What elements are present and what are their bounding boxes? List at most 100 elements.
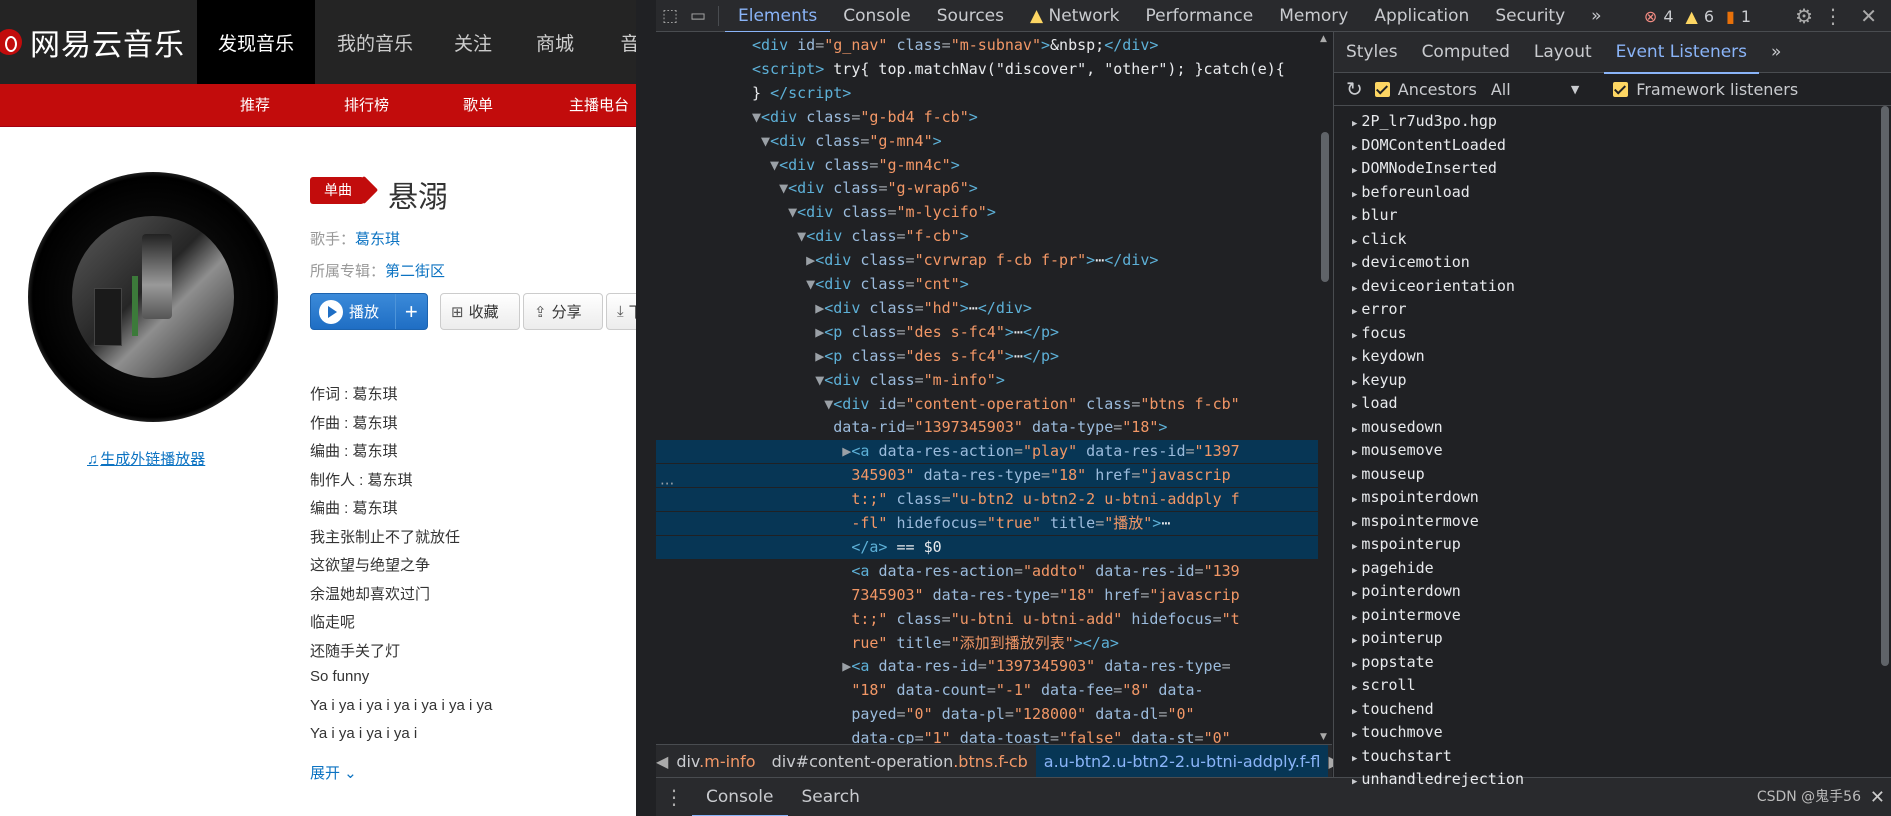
- dom-node-selected[interactable]: </a> == $0: [656, 535, 1318, 559]
- event-listener-item[interactable]: ▶ mspointermove: [1352, 510, 1479, 536]
- breadcrumb-item[interactable]: div.m-info: [668, 745, 763, 778]
- dom-node-line[interactable]: ▶<div class="cvrwrap f-cb f-pr">⋯</div>: [656, 249, 1318, 272]
- event-listener-item[interactable]: ▶ mousemove: [1352, 439, 1443, 465]
- dom-node-line[interactable]: ▶<a data-res-id="1397345903" data-res-ty…: [656, 655, 1318, 678]
- tab-network[interactable]: ▲ Network: [1017, 0, 1132, 32]
- event-listener-item[interactable]: ▶ mousedown: [1352, 416, 1443, 442]
- event-listener-item[interactable]: ▶ pointerdown: [1352, 580, 1461, 606]
- more-options-icon[interactable]: ⋮: [1823, 0, 1843, 32]
- issue-counters[interactable]: ⊗ 4 ▲ 6 ▮ 1: [1638, 0, 1751, 32]
- tab-computed[interactable]: Computed: [1410, 32, 1522, 73]
- subnav-charts[interactable]: 排行榜: [344, 84, 389, 127]
- breadcrumb-item-active[interactable]: a.u-btn2.u-btn2-2.u-btni-addply.f-fl: [1035, 744, 1329, 778]
- ancestors-checkbox[interactable]: [1374, 81, 1390, 97]
- event-listener-item[interactable]: ▶ touchmove: [1352, 721, 1443, 747]
- event-listener-item[interactable]: ▶ devicemotion: [1352, 251, 1470, 277]
- event-listener-item[interactable]: ▶ keyup: [1352, 369, 1407, 395]
- side-scrollbar[interactable]: [1878, 106, 1891, 777]
- tab-memory[interactable]: Memory: [1266, 0, 1361, 32]
- subnav-playlists[interactable]: 歌单: [463, 84, 493, 127]
- dom-node-line[interactable]: "18" data-count="-1" data-fee="8" data-: [656, 679, 1318, 702]
- event-listener-item[interactable]: ▶ error: [1352, 298, 1407, 324]
- dom-node-line[interactable]: data-rid="1397345903" data-type="18">: [656, 416, 1318, 439]
- dom-node-line[interactable]: ▼<div class="m-info">: [656, 369, 1318, 392]
- tab-layout[interactable]: Layout: [1522, 32, 1604, 73]
- dom-node-line[interactable]: <div id="g_nav" class="m-subnav">&nbsp;<…: [656, 34, 1318, 57]
- side-scroll-thumb[interactable]: [1881, 106, 1889, 666]
- dom-node-line[interactable]: <script> try{ top.matchNav("discover", "…: [656, 58, 1318, 81]
- topnav-mall[interactable]: 商城: [520, 0, 590, 84]
- tab-event-listeners[interactable]: Event Listeners: [1603, 32, 1760, 74]
- elements-scrollbar[interactable]: ▲ ▼: [1318, 32, 1332, 744]
- dom-node-line[interactable]: ▼<div id="content-operation" class="btns…: [656, 393, 1318, 416]
- collect-button[interactable]: ⊞ 收藏: [440, 293, 520, 330]
- dom-node-line[interactable]: ▼<div class="g-mn4">: [656, 130, 1318, 153]
- site-logo[interactable]: 网易云音乐: [0, 0, 185, 84]
- inspect-element-icon[interactable]: ⬚: [656, 0, 684, 32]
- dom-node-line[interactable]: ▼<div class="g-mn4c">: [656, 154, 1318, 177]
- dom-node-line[interactable]: payed="0" data-pl="128000" data-dl="0": [656, 703, 1318, 726]
- more-tabs-button[interactable]: »: [1578, 0, 1614, 32]
- add-to-playlist-button[interactable]: +: [396, 299, 427, 325]
- tab-security[interactable]: Security: [1482, 0, 1578, 32]
- topnav-my-music[interactable]: 我的音乐: [325, 0, 425, 84]
- ext-player-link[interactable]: ♫ 生成外链播放器: [87, 448, 205, 469]
- album-link[interactable]: 第二街区: [385, 263, 445, 280]
- download-button[interactable]: ⤓下: [606, 293, 636, 330]
- device-toolbar-icon[interactable]: ▭: [684, 0, 712, 32]
- event-listener-item[interactable]: ▶ 2P_lr7ud3po.hgp: [1352, 110, 1497, 136]
- drawer-menu-icon[interactable]: ⋮: [656, 785, 692, 809]
- event-listener-item[interactable]: ▶ DOMNodeInserted: [1352, 157, 1497, 183]
- share-button[interactable]: ⇪ 分享: [523, 293, 603, 330]
- topnav-follow[interactable]: 关注: [438, 0, 508, 84]
- dom-node-line[interactable]: ▼<div class="g-wrap6">: [656, 177, 1318, 200]
- dom-node-line[interactable]: ▶<div class="hd">⋯</div>: [656, 297, 1318, 320]
- dom-node-line[interactable]: <a data-res-action="addto" data-res-id="…: [656, 560, 1318, 583]
- dom-node-selected[interactable]: 345903" data-res-type="18" href="javascr…: [656, 464, 1318, 488]
- event-listener-item[interactable]: ▶ touchend: [1352, 698, 1434, 724]
- topnav-discover[interactable]: 发现音乐: [197, 0, 315, 84]
- event-listener-item[interactable]: ▶ touchstart: [1352, 745, 1452, 771]
- expand-lyrics-link[interactable]: 展开 ⌄: [310, 762, 357, 783]
- event-listener-item[interactable]: ▶ unhandledrejection: [1352, 768, 1524, 794]
- event-listener-item[interactable]: ▶ DOMContentLoaded: [1352, 134, 1506, 160]
- dom-node-selected[interactable]: t:;" class="u-btn2 u-btn2-2 u-btni-addpl…: [656, 488, 1318, 512]
- node-ellipsis-icon[interactable]: ···: [660, 475, 674, 493]
- scroll-down-icon[interactable]: ▼: [1320, 732, 1327, 742]
- subnav-recommend[interactable]: 推荐: [240, 84, 270, 127]
- play-button[interactable]: 播放: [311, 294, 396, 329]
- dom-node-selected[interactable]: -fl" hidefocus="true" title="播放">⋯: [656, 512, 1318, 535]
- tab-elements[interactable]: Elements: [725, 0, 831, 33]
- dom-node-line[interactable]: ▼<div class="f-cb">: [656, 225, 1318, 248]
- elements-scroll-thumb[interactable]: [1321, 132, 1329, 282]
- dom-node-line[interactable]: } </script>: [656, 82, 1318, 105]
- tab-console[interactable]: Console: [830, 0, 924, 32]
- breadcrumb-left-arrow-icon[interactable]: ◀: [656, 752, 668, 771]
- event-listener-item[interactable]: ▶ pointermove: [1352, 604, 1461, 630]
- drawer-tab-search[interactable]: Search: [788, 778, 874, 816]
- dom-node-line[interactable]: ▼<div class="g-bd4 f-cb">: [656, 106, 1318, 129]
- elements-tree[interactable]: <div id="g_nav" class="m-subnav">&nbsp;<…: [656, 32, 1318, 744]
- listener-filter-select[interactable]: All: [1491, 80, 1571, 99]
- framework-listeners-checkbox[interactable]: [1613, 81, 1629, 97]
- event-listener-item[interactable]: ▶ focus: [1352, 322, 1407, 348]
- dom-node-line[interactable]: ▶<p class="des s-fc4">⋯</p>: [656, 345, 1318, 368]
- settings-gear-icon[interactable]: ⚙: [1795, 0, 1813, 32]
- drawer-tab-console[interactable]: Console: [692, 778, 788, 816]
- dom-node-line[interactable]: rue" title="添加到播放列表"></a>: [656, 632, 1318, 655]
- singer-link[interactable]: 葛东琪: [355, 231, 400, 248]
- refresh-icon[interactable]: ↻: [1346, 77, 1363, 101]
- dom-node-line[interactable]: ▶<p class="des s-fc4">⋯</p>: [656, 321, 1318, 344]
- event-listener-item[interactable]: ▶ pointerup: [1352, 627, 1443, 653]
- subnav-radio[interactable]: 主播电台: [569, 84, 629, 127]
- dom-node-line[interactable]: ▼<div class="cnt">: [656, 273, 1318, 296]
- dom-node-line[interactable]: 7345903" data-res-type="18" href="javasc…: [656, 584, 1318, 607]
- event-listener-item[interactable]: ▶ blur: [1352, 204, 1398, 230]
- close-icon[interactable]: ✕: [1860, 0, 1877, 32]
- dom-node-selected[interactable]: ▶<a data-res-action="play" data-res-id="…: [656, 440, 1318, 464]
- event-listener-item[interactable]: ▶ scroll: [1352, 674, 1416, 700]
- tab-sources[interactable]: Sources: [924, 0, 1017, 32]
- tab-performance[interactable]: Performance: [1132, 0, 1266, 32]
- event-listener-item[interactable]: ▶ mspointerup: [1352, 533, 1461, 559]
- tab-application[interactable]: Application: [1361, 0, 1482, 32]
